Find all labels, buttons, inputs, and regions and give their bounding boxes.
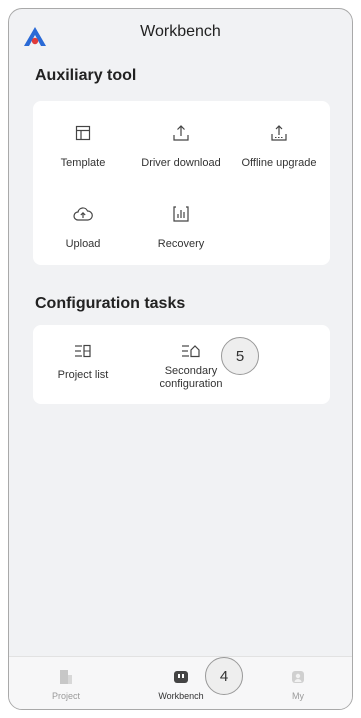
project-list-icon	[75, 344, 91, 358]
template-tool[interactable]: Template	[33, 121, 133, 170]
offline-upgrade-tool[interactable]: Offline upgrade	[229, 121, 329, 170]
project-icon	[60, 670, 72, 684]
configuration-tasks-heading: Configuration tasks	[35, 295, 186, 312]
phone-frame: Workbench Auxiliary tool Template Driver…	[8, 8, 353, 710]
template-label: Template	[60, 157, 106, 169]
step-marker-4: 4	[205, 657, 243, 695]
driver-download-label: Driver download	[141, 157, 221, 169]
upload-label: Upload	[65, 238, 101, 250]
nav-project[interactable]: Project	[26, 667, 106, 701]
nav-project-label: Project	[51, 691, 80, 701]
nav-my[interactable]: My	[258, 667, 338, 701]
driver-download-tool[interactable]: Driver download	[131, 121, 231, 170]
secondary-config-icon	[182, 345, 200, 358]
configuration-tasks-card: Project list Secondary configuration	[33, 325, 330, 404]
project-list-label: Project list	[57, 369, 109, 381]
template-icon	[75, 125, 91, 141]
recovery-label: Recovery	[157, 238, 205, 250]
nav-workbench-label: Workbench	[158, 691, 204, 701]
step-marker-5: 5	[221, 337, 259, 375]
download-icon	[173, 125, 189, 141]
upload-tool[interactable]: Upload	[33, 202, 133, 251]
upgrade-icon	[271, 125, 287, 141]
auxiliary-tool-card: Template Driver download Offline upgrade…	[33, 101, 330, 265]
project-list-tool[interactable]: Project list	[33, 343, 133, 382]
secondary-configuration-label-line2: configuration	[159, 378, 223, 390]
bottom-navigation: Project Workbench My	[9, 656, 352, 709]
cloud-upload-icon	[73, 207, 93, 221]
auxiliary-tool-heading: Auxiliary tool	[35, 67, 137, 84]
page-title: Workbench	[140, 23, 221, 40]
nav-my-label: My	[292, 691, 304, 701]
recovery-tool[interactable]: Recovery	[131, 202, 231, 251]
offline-upgrade-label: Offline upgrade	[241, 157, 317, 169]
app-header: Workbench	[9, 9, 352, 55]
workbench-icon	[174, 671, 188, 683]
user-icon	[292, 671, 304, 683]
recovery-icon	[173, 206, 189, 222]
